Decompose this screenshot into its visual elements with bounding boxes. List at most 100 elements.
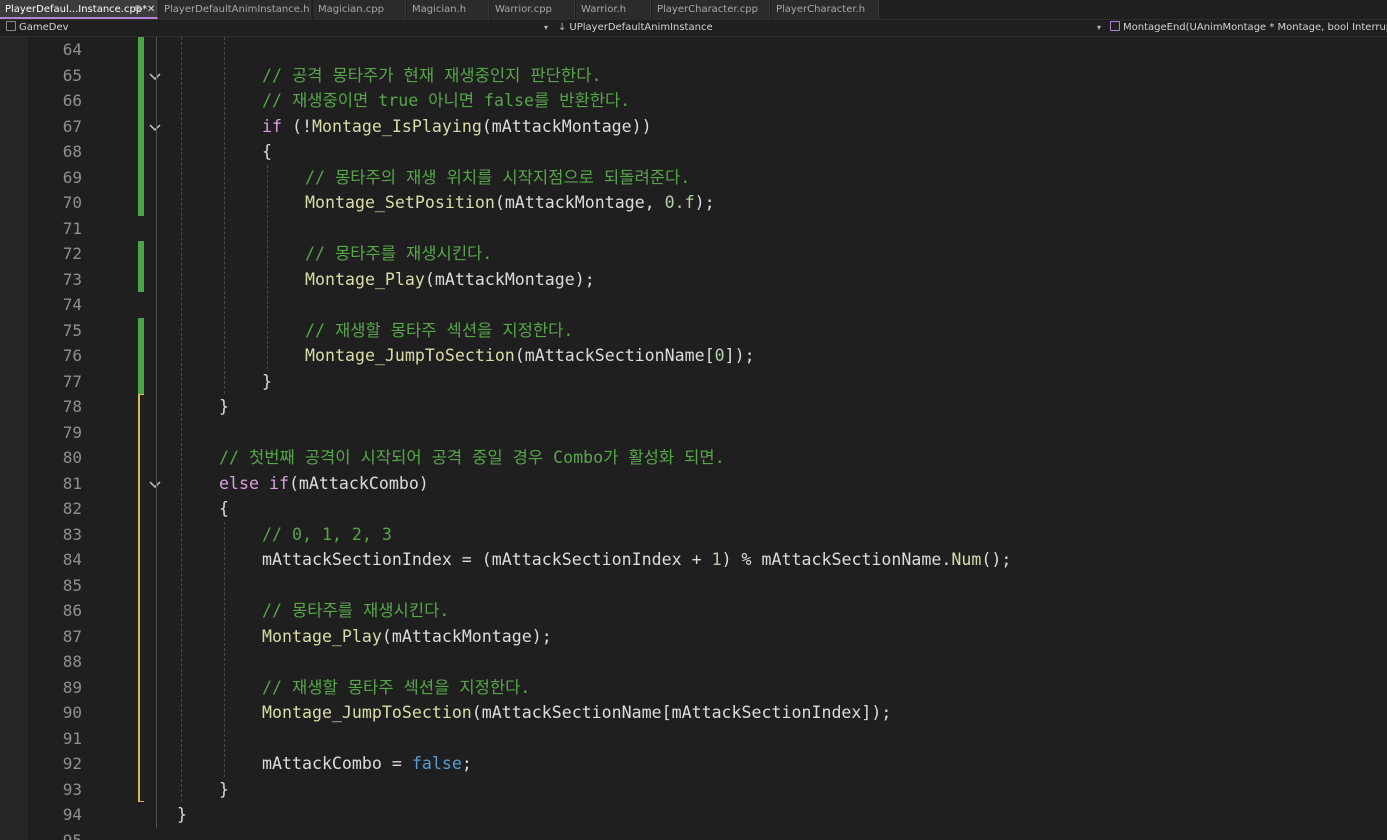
close-icon[interactable]: ✕	[147, 0, 155, 17]
code-line[interactable]: 76 Montage_JumpToSection(mAttackSectionNa…	[0, 343, 1387, 369]
code-line[interactable]: 94}	[0, 802, 1387, 828]
code-token: (mAttackSectionName[	[514, 346, 715, 365]
member-scope-dropdown[interactable]: MontageEnd(UAnimMontage * Montage, bool …	[1110, 20, 1387, 36]
code-line[interactable]: 71	[0, 216, 1387, 242]
code-text: // 첫번째 공격이 시작되어 공격 중일 경우 Combo가 활성화 되면.	[219, 445, 725, 470]
code-line[interactable]: 67 if (!Montage_IsPlaying(mAttackMontage)…	[0, 114, 1387, 140]
code-text: Montage_SetPosition(mAttackMontage, 0.f)…	[305, 190, 715, 215]
code-line[interactable]: 73 Montage_Play(mAttackMontage);	[0, 267, 1387, 293]
code-line[interactable]: 83 // 0, 1, 2, 3	[0, 522, 1387, 548]
project-icon	[6, 21, 16, 31]
code-token: (mAttackCombo)	[288, 473, 429, 493]
code-text: }	[219, 777, 229, 802]
line-number: 68	[62, 142, 82, 161]
code-line[interactable]: 93}	[0, 777, 1387, 803]
code-text: // 몽타주의 재생 위치를 시작지점으로 되돌려준다.	[305, 165, 690, 190]
code-line[interactable]: 87 Montage_Play(mAttackMontage);	[0, 624, 1387, 650]
code-line[interactable]: 90 Montage_JumpToSection(mAttackSectionNa…	[0, 700, 1387, 726]
code-token: else if	[219, 473, 289, 493]
code-token: {	[262, 142, 272, 161]
tab-label: PlayerDefaul...Instance.cpp*	[5, 4, 148, 15]
pin-icon[interactable]: ⊕	[134, 0, 142, 17]
change-indicator	[138, 37, 144, 216]
project-dropdown[interactable]: GameDev	[6, 20, 69, 36]
code-token: 0	[714, 346, 725, 365]
method-icon	[1110, 21, 1120, 31]
code-token: ();	[981, 550, 1012, 569]
line-number: 95	[62, 830, 82, 840]
code-token: if	[262, 116, 282, 136]
code-line[interactable]: 74	[0, 292, 1387, 318]
scope-arrow-icon: ↓	[558, 22, 567, 33]
tab-5[interactable]: Warrior.cpp	[490, 0, 575, 19]
code-line[interactable]: 82 {	[0, 496, 1387, 522]
code-line[interactable]: 89 // 재생할 몽타주 섹션을 지정한다.	[0, 675, 1387, 701]
code-token: ]);	[724, 346, 755, 365]
tab-7[interactable]: PlayerCharacter.cpp	[652, 0, 770, 19]
code-token: ) % mAttackSectionName.	[721, 550, 952, 569]
code-token: 0.f	[664, 193, 695, 212]
code-line[interactable]: 64	[0, 37, 1387, 63]
tab-2[interactable]: PlayerDefaultAnimInstance.h	[159, 0, 311, 19]
code-text: Montage_Play(mAttackMontage);	[262, 624, 552, 649]
code-token: // 재생할 몽타주 섹션을 지정한다.	[262, 677, 531, 697]
line-number: 92	[62, 754, 82, 773]
line-number: 86	[62, 601, 82, 620]
chevron-down-icon[interactable]	[148, 477, 162, 491]
code-line[interactable]: 68 {	[0, 139, 1387, 165]
line-number: 67	[62, 116, 82, 136]
code-line[interactable]: 91	[0, 726, 1387, 752]
code-token: Montage_JumpToSection	[262, 703, 472, 722]
line-number: 88	[62, 652, 82, 671]
code-token: (mAttackMontage);	[424, 269, 595, 289]
code-token: // 몽타주의 재생 위치를 시작지점으로 되돌려준다.	[305, 167, 691, 187]
line-number: 81	[62, 473, 82, 493]
code-line[interactable]: 70 Montage_SetPosition(mAttackMontage, 0.…	[0, 190, 1387, 216]
code-token: (mAttackSectionName[mAttackSectionIndex]…	[471, 703, 892, 722]
chevron-down-icon[interactable]: ▾	[544, 20, 548, 36]
code-line[interactable]: 81 else if(mAttackCombo)	[0, 471, 1387, 497]
code-line[interactable]: 66 // 재생중이면 true 아니면 false를 반환한다.	[0, 88, 1387, 114]
code-line[interactable]: 88	[0, 649, 1387, 675]
chevron-down-icon[interactable]: ▾	[1097, 20, 1101, 36]
code-line[interactable]: 69 // 몽타주의 재생 위치를 시작지점으로 되돌려준다.	[0, 165, 1387, 191]
code-line[interactable]: 92 mAttackCombo = false;	[0, 751, 1387, 777]
code-editor[interactable]: 64 65 // 공격 몽타주가 현재 재생중인지 판단한다. 66 // 재생중이면 …	[0, 37, 1387, 840]
code-token: // 첫번째 공격이 시작되어 공격 중일 경우 Combo가 활성화 되면.	[219, 448, 725, 467]
code-line[interactable]: 86 // 몽타주를 재생시킨다.	[0, 598, 1387, 624]
tab-1[interactable]: PlayerDefaul...Instance.cpp* ⊕ ✕	[0, 0, 158, 19]
code-line[interactable]: 80 // 첫번째 공격이 시작되어 공격 중일 경우 Combo가 활성화 되면…	[0, 445, 1387, 471]
code-line[interactable]: 65 // 공격 몽타주가 현재 재생중인지 판단한다.	[0, 63, 1387, 89]
tab-6[interactable]: Warrior.h	[576, 0, 651, 19]
code-text: // 재생중이면 true 아니면 false를 반환한다.	[262, 88, 630, 113]
code-line[interactable]: 75 // 재생할 몽타주 섹션을 지정한다.	[0, 318, 1387, 344]
code-line[interactable]: 84 mAttackSectionIndex = (mAttackSectionI…	[0, 547, 1387, 573]
code-line[interactable]: 79	[0, 420, 1387, 446]
tab-label: PlayerDefaultAnimInstance.h	[164, 4, 310, 15]
indent-guide	[267, 164, 268, 369]
code-line[interactable]: 72 // 몽타주를 재생시킨다.	[0, 241, 1387, 267]
code-text: Montage_JumpToSection(mAttackSectionName…	[262, 700, 891, 725]
class-scope-dropdown[interactable]: ↓ UPlayerDefaultAnimInstance	[558, 20, 713, 36]
code-line[interactable]: 77}	[0, 369, 1387, 395]
change-indicator	[138, 241, 144, 292]
code-token: {	[219, 499, 229, 518]
tab-3[interactable]: Magician.cpp	[313, 0, 406, 19]
code-text: mAttackCombo = false;	[262, 751, 472, 776]
line-number: 65	[62, 65, 82, 85]
code-text: // 몽타주를 재생시킨다.	[305, 241, 492, 266]
indent-guide	[181, 37, 182, 802]
tab-8[interactable]: PlayerCharacter.h	[771, 0, 879, 19]
code-line[interactable]: 78}	[0, 394, 1387, 420]
line-number: 79	[62, 422, 82, 442]
fold-chevron	[149, 480, 161, 488]
chevron-down-icon[interactable]	[148, 120, 162, 134]
line-number: 76	[62, 346, 82, 365]
chevron-down-icon[interactable]	[148, 69, 162, 83]
line-number: 70	[62, 193, 82, 212]
tab-label: Magician.h	[412, 4, 467, 15]
line-number: 85	[62, 575, 82, 595]
code-line[interactable]: 85	[0, 573, 1387, 599]
tab-4[interactable]: Magician.h	[407, 0, 489, 19]
code-line[interactable]: 95	[0, 828, 1387, 840]
